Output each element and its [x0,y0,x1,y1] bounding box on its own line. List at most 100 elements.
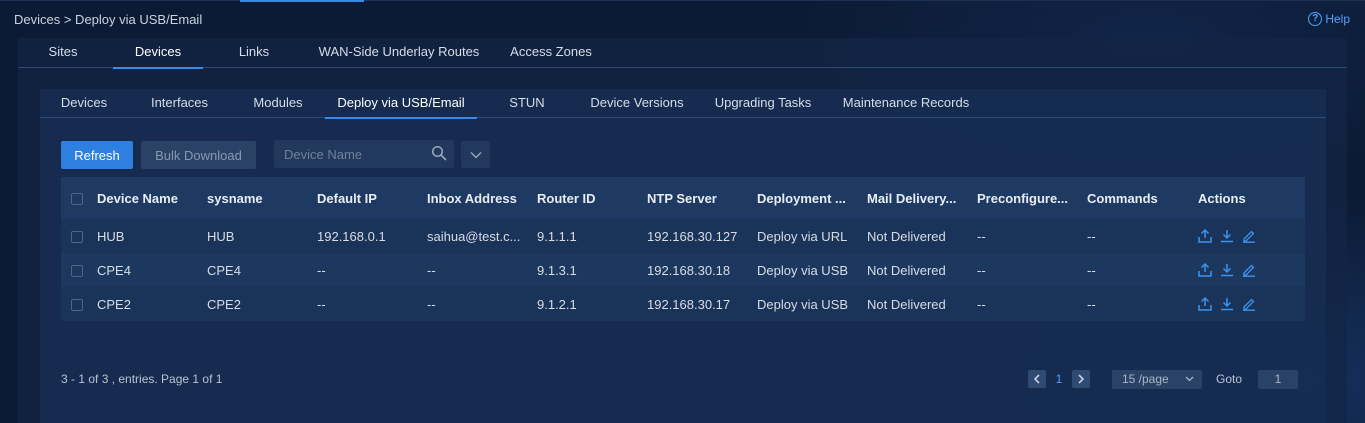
col-sysname[interactable]: sysname [207,177,317,219]
upload-icon[interactable] [1198,229,1212,243]
subtab-interfaces[interactable]: Interfaces [128,89,231,118]
breadcrumb: Devices > Deploy via USB/Email [14,12,203,27]
col-ntp-server[interactable]: NTP Server [647,177,757,219]
subtab-deploy-via-usb-email[interactable]: Deploy via USB/Email [325,89,477,119]
next-page-button[interactable] [1071,370,1090,388]
cell-commands: -- [1087,219,1198,253]
row-select-cell[interactable] [61,253,97,287]
top-accent-bar [240,0,364,2]
subtab-devices[interactable]: Devices [40,89,128,118]
cell-mail-delivery: Not Delivered [867,287,977,321]
tab-devices[interactable]: Devices [113,38,203,69]
col-router-id[interactable]: Router ID [537,177,647,219]
cell-router-id: 9.1.3.1 [537,253,647,287]
col-preconfigure[interactable]: Preconfigure... [977,177,1087,219]
col-commands[interactable]: Commands [1087,177,1198,219]
row-checkbox[interactable] [71,299,83,312]
select-all-checkbox[interactable] [71,193,83,206]
download-icon[interactable] [1220,229,1234,243]
upload-icon[interactable] [1198,297,1212,311]
bulk-download-button[interactable]: Bulk Download [141,141,256,169]
help-label: Help [1325,12,1350,26]
chevron-down-icon [470,151,481,158]
cell-commands: -- [1087,287,1198,321]
search-box [274,140,454,168]
help-link[interactable]: ? Help [1308,12,1350,26]
cell-sysname: CPE4 [207,253,317,287]
device-name-search-input[interactable] [274,141,424,167]
current-page-number[interactable]: 1 [1046,372,1072,386]
row-checkbox[interactable] [71,231,83,244]
chevron-down-icon [1185,376,1194,382]
main-panel: Sites Devices Links WAN-Side Underlay Ro… [18,38,1347,423]
cell-default-ip: 192.168.0.1 [317,219,427,253]
cell-router-id: 9.1.2.1 [537,287,647,321]
select-all-cell[interactable] [61,177,97,219]
sub-panel: Devices Interfaces Modules Deploy via US… [40,89,1326,423]
tab-links[interactable]: Links [203,38,305,68]
subtab-device-versions[interactable]: Device Versions [577,89,697,118]
table-row[interactable]: HUB HUB 192.168.0.1 saihua@test.c... 9.1… [61,219,1305,253]
cell-sysname: CPE2 [207,287,317,321]
cell-commands: -- [1087,253,1198,287]
row-checkbox[interactable] [71,265,83,278]
tab-wan-side-underlay-routes[interactable]: WAN-Side Underlay Routes [305,38,493,68]
cell-deployment: Deploy via USB [757,287,867,321]
cell-ntp-server: 192.168.30.18 [647,253,757,287]
col-deployment[interactable]: Deployment ... [757,177,867,219]
device-table: Device Name sysname Default IP Inbox Add… [61,177,1305,321]
download-icon[interactable] [1220,263,1234,277]
cell-ntp-server: 192.168.30.17 [647,287,757,321]
table-row[interactable]: CPE4 CPE4 -- -- 9.1.3.1 192.168.30.18 De… [61,253,1305,287]
cell-actions [1198,219,1305,253]
subtab-upgrading-tasks[interactable]: Upgrading Tasks [697,89,829,118]
cell-device-name: CPE2 [97,287,207,321]
cell-default-ip: -- [317,253,427,287]
cell-device-name: CPE4 [97,253,207,287]
cell-inbox-address: -- [427,253,537,287]
cell-actions [1198,253,1305,287]
prev-page-button[interactable] [1027,370,1046,388]
top-border [0,0,1365,1]
pagination-summary: 3 - 1 of 3 , entries. Page 1 of 1 [61,372,223,386]
tab-access-zones[interactable]: Access Zones [493,38,609,68]
refresh-button[interactable]: Refresh [61,141,133,169]
subtab-modules[interactable]: Modules [231,89,325,118]
download-icon[interactable] [1220,297,1234,311]
goto-label: Goto [1215,372,1242,386]
cell-ntp-server: 192.168.30.127 [647,219,757,253]
chevron-right-icon [1078,374,1085,384]
col-inbox-address[interactable]: Inbox Address [427,177,537,219]
subtab-stun[interactable]: STUN [477,89,577,118]
cell-sysname: HUB [207,219,317,253]
cell-device-name: HUB [97,219,207,253]
advanced-search-toggle[interactable] [461,141,490,168]
tab-sites[interactable]: Sites [18,38,108,68]
edit-icon[interactable] [1242,297,1256,311]
col-default-ip[interactable]: Default IP [317,177,427,219]
cell-preconfigure: -- [977,219,1087,253]
col-mail-delivery[interactable]: Mail Delivery... [867,177,977,219]
col-device-name[interactable]: Device Name [97,177,207,219]
pagination: 1 15 /page Goto [1027,369,1298,389]
sub-tab-bar: Devices Interfaces Modules Deploy via US… [40,89,1326,119]
question-circle-icon: ? [1308,12,1323,26]
goto-page-input[interactable] [1258,369,1298,389]
edit-icon[interactable] [1242,263,1256,277]
search-icon[interactable] [431,145,447,161]
page-size-select[interactable]: 15 /page [1111,369,1202,389]
row-select-cell[interactable] [61,287,97,321]
cell-mail-delivery: Not Delivered [867,219,977,253]
cell-preconfigure: -- [977,287,1087,321]
page-size-value: 15 /page [1121,372,1169,386]
table-row[interactable]: CPE2 CPE2 -- -- 9.1.2.1 192.168.30.17 De… [61,287,1305,321]
upload-icon[interactable] [1198,263,1212,277]
edit-icon[interactable] [1242,229,1256,243]
cell-actions [1198,287,1305,321]
cell-deployment: Deploy via USB [757,253,867,287]
row-select-cell[interactable] [61,219,97,253]
subtab-maintenance-records[interactable]: Maintenance Records [829,89,983,118]
main-tab-bar: Sites Devices Links WAN-Side Underlay Ro… [18,38,1347,69]
table-header-row: Device Name sysname Default IP Inbox Add… [61,177,1305,219]
cell-deployment: Deploy via URL [757,219,867,253]
